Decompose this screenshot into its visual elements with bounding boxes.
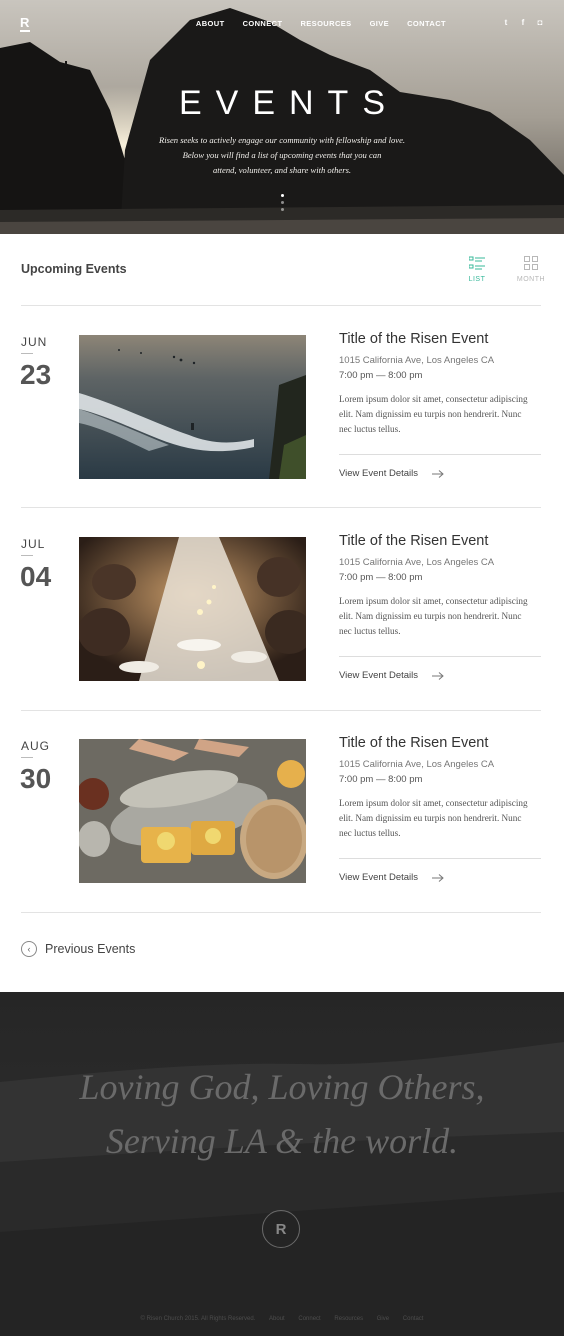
carousel-dot[interactable]	[280, 201, 284, 204]
hero-subtitle: Risen seeks to actively engage our commu…	[140, 133, 424, 178]
event-title[interactable]: Title of the Risen Event	[339, 533, 488, 549]
date-divider	[21, 555, 33, 556]
main-nav: ABOUT CONNECT RESOURCES GIVE CONTACT	[196, 19, 446, 28]
previous-events-link[interactable]: ‹ Previous Events	[21, 941, 135, 957]
carousel-dots	[279, 194, 285, 215]
event-item: JUL 04 Title of the Risen Event 1015 Cal…	[0, 533, 564, 697]
divider	[339, 656, 541, 657]
carousel-dot[interactable]	[280, 194, 284, 197]
arrow-right-icon	[432, 671, 444, 680]
event-image-fish[interactable]	[79, 739, 306, 883]
list-view-icon	[469, 256, 485, 270]
footer-link-contact[interactable]: Contact	[403, 1316, 424, 1322]
footer-link-give[interactable]: Give	[377, 1316, 389, 1322]
footer-link-about[interactable]: About	[269, 1316, 285, 1322]
list-view-button[interactable]: LIST	[461, 256, 493, 283]
list-view-label: LIST	[468, 276, 486, 283]
chevron-left-icon: ‹	[21, 941, 37, 957]
view-toggle: LIST MONTH	[461, 256, 547, 283]
event-description: Lorem ipsum dolor sit amet, consectetur …	[339, 596, 528, 636]
event-image-dinner[interactable]	[79, 537, 306, 681]
event-time: 7:00 pm — 8:00 pm	[339, 572, 423, 583]
nav-resources[interactable]: RESOURCES	[300, 19, 351, 28]
event-description: Lorem ipsum dolor sit amet, consectetur …	[339, 798, 528, 838]
tagline-line: Serving LA & the world.	[105, 1121, 459, 1161]
section-heading: Upcoming Events	[21, 262, 127, 276]
event-title[interactable]: Title of the Risen Event	[339, 331, 488, 347]
event-day: 04	[20, 561, 52, 592]
event-item: AUG 30 Title of the Risen Event 1015 Cal…	[0, 735, 564, 899]
date-divider	[21, 757, 33, 758]
event-day: 30	[20, 763, 52, 794]
month-view-button[interactable]: MONTH	[515, 256, 547, 283]
site-logo[interactable]: R	[20, 16, 32, 32]
event-month: JUN	[21, 335, 48, 349]
event-month: AUG	[21, 739, 51, 753]
footer-link-resources[interactable]: Resources	[334, 1316, 363, 1322]
footer: Loving God, Loving Others, Serving LA & …	[0, 992, 564, 1336]
social-links: t f ◘	[502, 18, 544, 27]
nav-give[interactable]: GIVE	[370, 19, 390, 28]
event-description: Lorem ipsum dolor sit amet, consectetur …	[339, 394, 528, 434]
event-address: 1015 California Ave, Los Angeles CA	[339, 759, 495, 770]
hero-subtitle-line: attend, volunteer, and share with others…	[212, 165, 352, 175]
event-day: 23	[20, 359, 52, 390]
view-details-label: View Event Details	[339, 670, 419, 681]
previous-events-label: Previous Events	[45, 942, 136, 956]
page-title: EVENTS	[178, 84, 400, 122]
hero-subtitle-line: Risen seeks to actively engage our commu…	[158, 135, 406, 145]
instagram-icon[interactable]: ◘	[536, 18, 544, 27]
footer-link-connect[interactable]: Connect	[298, 1316, 320, 1322]
event-address: 1015 California Ave, Los Angeles CA	[339, 557, 495, 568]
copyright-text: © Risen Church 2015. All Rights Reserved…	[140, 1316, 256, 1322]
date-divider	[21, 353, 33, 354]
tagline-line: Loving God, Loving Others,	[79, 1067, 485, 1107]
event-month: JUL	[21, 537, 46, 551]
view-event-details-link[interactable]: View Event Details	[339, 468, 444, 479]
twitter-icon[interactable]: t	[502, 18, 510, 27]
carousel-dot[interactable]	[280, 208, 284, 211]
divider	[21, 912, 541, 913]
footer-bottom-bar: © Risen Church 2015. All Rights Reserved…	[0, 1316, 564, 1322]
divider	[21, 507, 541, 508]
view-event-details-link[interactable]: View Event Details	[339, 670, 444, 681]
divider	[21, 305, 541, 306]
logo-letter: R	[20, 15, 30, 30]
footer-logo[interactable]: R	[262, 1210, 300, 1248]
nav-contact[interactable]: CONTACT	[407, 19, 446, 28]
view-details-label: View Event Details	[339, 468, 419, 479]
nav-about[interactable]: ABOUT	[196, 19, 225, 28]
view-details-label: View Event Details	[339, 872, 419, 883]
facebook-icon[interactable]: f	[519, 18, 527, 27]
view-event-details-link[interactable]: View Event Details	[339, 872, 444, 883]
arrow-right-icon	[432, 873, 444, 882]
arrow-right-icon	[432, 469, 444, 478]
hero-banner: R ABOUT CONNECT RESOURCES GIVE CONTACT t…	[0, 0, 564, 234]
event-time: 7:00 pm — 8:00 pm	[339, 774, 423, 785]
footer-tagline: Loving God, Loving Others, Serving LA & …	[0, 1060, 564, 1168]
event-title[interactable]: Title of the Risen Event	[339, 735, 488, 751]
event-time: 7:00 pm — 8:00 pm	[339, 370, 423, 381]
nav-connect[interactable]: CONNECT	[243, 19, 283, 28]
hero-subtitle-line: Below you will find a list of upcoming e…	[182, 150, 382, 160]
divider	[339, 454, 541, 455]
event-address: 1015 California Ave, Los Angeles CA	[339, 355, 495, 366]
event-item: JUN 23 Title of the Risen Event 1015 Cal…	[0, 331, 564, 495]
event-image-surfers[interactable]	[79, 335, 306, 479]
grid-view-icon	[524, 256, 538, 270]
divider	[339, 858, 541, 859]
divider	[21, 710, 541, 711]
month-view-label: MONTH	[516, 276, 546, 283]
